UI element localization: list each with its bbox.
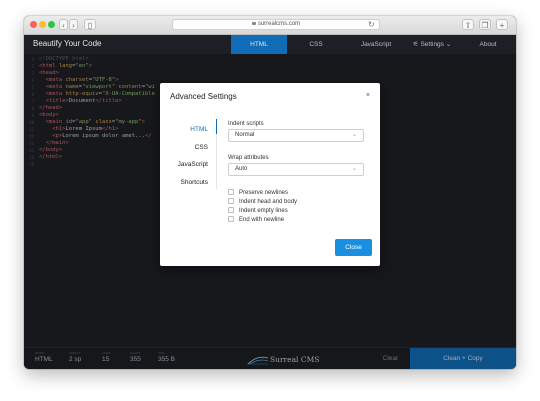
close-icon[interactable]: × bbox=[366, 92, 370, 99]
close-button[interactable]: Close bbox=[335, 239, 372, 256]
browser-window: ‹ › ▯ surrealcms.com ↻ ⇧ ❐ + Beautify Yo… bbox=[24, 16, 516, 369]
chevron-down-icon: ⌄ bbox=[351, 132, 357, 138]
reload-icon[interactable]: ↻ bbox=[368, 19, 375, 30]
checkbox-label: End with newline bbox=[239, 217, 285, 223]
tab-javascript[interactable]: JavaScript bbox=[162, 161, 208, 168]
dialog-title: Advanced Settings bbox=[170, 92, 237, 101]
checkbox-label: Indent empty lines bbox=[239, 208, 288, 214]
checkbox-box[interactable] bbox=[228, 207, 234, 213]
wrap-attributes-label: Wrap attributes bbox=[228, 155, 269, 161]
indent-head-body-checkbox[interactable]: Indent head and body bbox=[228, 198, 297, 206]
app-header: Beautify Your Code HTML CSS JavaScript ⚟… bbox=[24, 35, 516, 54]
checkbox-box[interactable] bbox=[228, 198, 234, 204]
chevron-down-icon: ⌄ bbox=[443, 41, 452, 48]
minimize-window-icon[interactable] bbox=[39, 21, 46, 28]
preserve-newlines-checkbox[interactable]: Preserve newlines bbox=[228, 189, 288, 197]
indent-scripts-value: Normal bbox=[235, 132, 255, 138]
zoom-window-icon[interactable] bbox=[48, 21, 55, 28]
tabs-icon[interactable]: ❐ bbox=[479, 19, 491, 30]
app-title: Beautify Your Code bbox=[33, 39, 102, 48]
back-icon[interactable]: ‹ bbox=[59, 19, 68, 30]
nav-css[interactable]: CSS bbox=[294, 35, 338, 54]
nav-html[interactable]: HTML bbox=[231, 35, 287, 54]
tab-shortcuts[interactable]: Shortcuts bbox=[162, 179, 208, 186]
checkbox-label: Indent head and body bbox=[239, 199, 298, 205]
nav-about[interactable]: About bbox=[470, 35, 506, 54]
active-tab-indicator bbox=[216, 119, 217, 134]
lock-icon bbox=[251, 22, 256, 25]
close-window-icon[interactable] bbox=[30, 21, 37, 28]
share-icon[interactable]: ⇧ bbox=[462, 19, 474, 30]
wrap-attributes-value: Auto bbox=[235, 166, 248, 172]
address-text: surrealcms.com bbox=[257, 21, 301, 27]
indent-scripts-label: Indent scripts bbox=[228, 121, 264, 127]
forward-icon[interactable]: › bbox=[69, 19, 78, 30]
tab-html[interactable]: HTML bbox=[162, 126, 208, 133]
checkbox-label: Preserve newlines bbox=[239, 190, 289, 196]
chevron-down-icon: ⌄ bbox=[351, 166, 357, 172]
advanced-settings-dialog: Advanced Settings × HTML CSS JavaScript … bbox=[160, 83, 380, 266]
nav-settings[interactable]: ⚟ Settings ⌄ bbox=[408, 35, 456, 54]
browser-toolbar: ‹ › ▯ surrealcms.com ↻ ⇧ ❐ + bbox=[24, 16, 516, 35]
indent-scripts-select[interactable]: Normal ⌄ bbox=[228, 129, 364, 142]
nav-settings-label: Settings bbox=[420, 41, 444, 48]
indent-empty-lines-checkbox[interactable]: Indent empty lines bbox=[228, 207, 288, 215]
sidebar-icon[interactable]: ▯ bbox=[84, 19, 96, 30]
end-with-newline-checkbox[interactable]: End with newline bbox=[228, 216, 284, 224]
wrap-attributes-select[interactable]: Auto ⌄ bbox=[228, 163, 364, 176]
new-tab-icon[interactable]: + bbox=[496, 19, 508, 30]
checkbox-box[interactable] bbox=[228, 216, 234, 222]
tab-css[interactable]: CSS bbox=[162, 144, 208, 151]
checkbox-box[interactable] bbox=[228, 189, 234, 195]
address-bar[interactable]: surrealcms.com bbox=[172, 19, 380, 30]
nav-javascript[interactable]: JavaScript bbox=[349, 35, 403, 54]
